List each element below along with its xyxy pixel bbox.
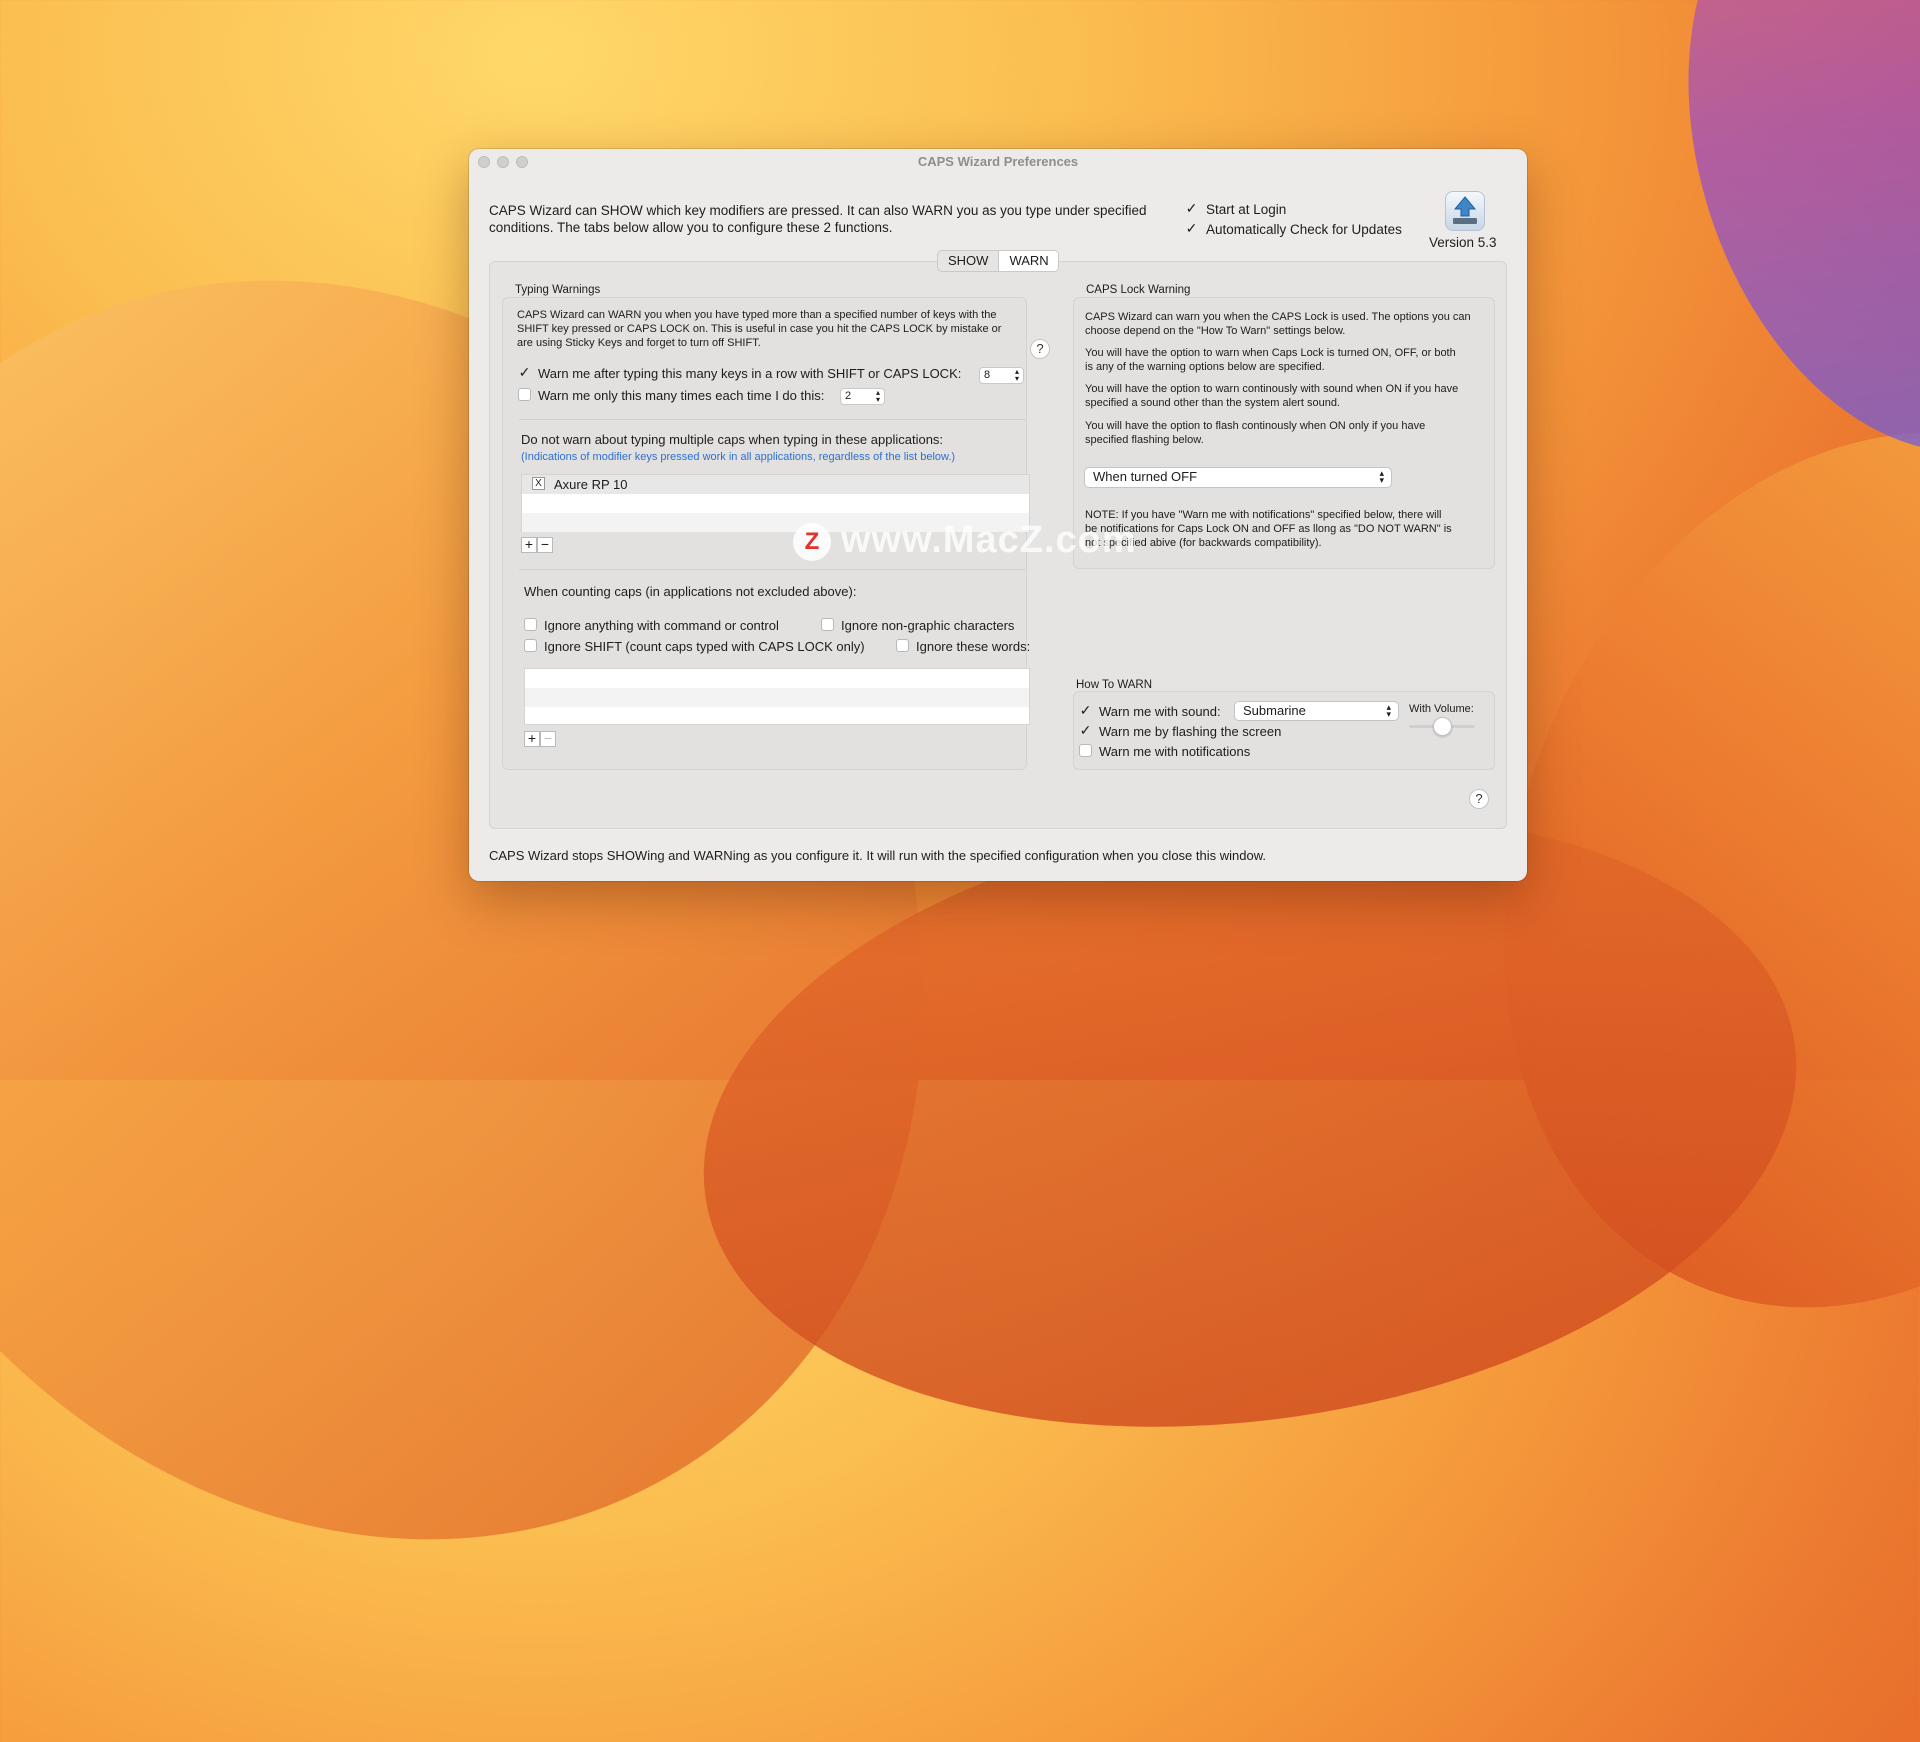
warn-sound-label: Warn me with sound: xyxy=(1099,704,1221,719)
watermark: www.MacZ.com xyxy=(841,519,1137,561)
typing-warnings-heading: Typing Warnings xyxy=(515,284,601,296)
watermark-logo: Z xyxy=(793,523,831,561)
warn-notify-label: Warn me with notifications xyxy=(1099,744,1251,759)
remove-app-button[interactable]: − xyxy=(537,537,553,553)
caps-lock-mode-popup[interactable]: When turned OFF ▴ ▾ xyxy=(1084,467,1392,488)
exclude-apps-heading: Do not warn about typing multiple caps w… xyxy=(521,432,944,447)
list-item[interactable]: X Axure RP 10 xyxy=(522,475,1029,494)
warn-after-value: 8 xyxy=(984,369,991,381)
intro-text: conditions. The tabs below allow you to … xyxy=(489,220,893,235)
caps-lock-description: CAPS Wizard can warn you when the CAPS L… xyxy=(1085,311,1471,323)
ignore-words-checkbox[interactable] xyxy=(896,639,909,652)
warn-sound-checkbox[interactable]: ✓ xyxy=(1079,703,1092,717)
exclude-apps-note: (Indications of modifier keys pressed wo… xyxy=(521,451,956,463)
caps-lock-description: You will have the option to warn when Ca… xyxy=(1085,347,1456,359)
upload-arrow-keyboard-icon xyxy=(1445,191,1485,231)
typing-warnings-description: SHIFT key pressed or CAPS LOCK on. This … xyxy=(517,323,1002,335)
ignore-command-label: Ignore anything with command or control xyxy=(544,618,779,633)
typing-warnings-description: are using Sticky Keys and forget to turn… xyxy=(517,337,761,349)
version-label: Version 5.3 xyxy=(1429,235,1497,250)
volume-slider[interactable] xyxy=(1409,717,1475,736)
caps-lock-note: NOTE: If you have "Warn me with notifica… xyxy=(1085,509,1442,521)
start-at-login-checkbox[interactable]: ✓ xyxy=(1185,201,1198,215)
minimize-window-button[interactable] xyxy=(497,156,509,168)
warn-notify-checkbox[interactable] xyxy=(1079,744,1092,757)
footer-text: CAPS Wizard stops SHOWing and WARNing as… xyxy=(489,848,1266,863)
ignore-shift-checkbox[interactable] xyxy=(524,639,537,652)
volume-slider-knob[interactable] xyxy=(1432,717,1452,736)
ignore-nongraphic-checkbox[interactable] xyxy=(821,618,834,631)
caps-lock-description: is any of the warning options below are … xyxy=(1085,361,1325,373)
caps-lock-note: be notifications for Caps Lock ON and OF… xyxy=(1085,523,1452,535)
chevron-updown-icon: ▴ ▾ xyxy=(1379,468,1384,485)
separator xyxy=(519,569,1027,570)
volume-label: With Volume: xyxy=(1409,703,1474,715)
chevron-updown-icon: ▴ ▾ xyxy=(1386,702,1391,719)
caps-lock-description: specified a sound other than the system … xyxy=(1085,397,1340,409)
caps-lock-description: choose depend on the "How To Warn" setti… xyxy=(1085,325,1346,337)
zoom-window-button[interactable] xyxy=(516,156,528,168)
warn-flash-label: Warn me by flashing the screen xyxy=(1099,724,1282,739)
warn-only-label: Warn me only this many times each time I… xyxy=(538,388,825,403)
close-window-button[interactable] xyxy=(478,156,490,168)
auto-check-updates-label: Automatically Check for Updates xyxy=(1206,222,1402,237)
list-item xyxy=(525,688,1029,707)
ignore-words-label: Ignore these words: xyxy=(916,639,1031,654)
title-bar[interactable]: CAPS Wizard Preferences xyxy=(469,149,1527,175)
wallpaper-wave xyxy=(1614,0,1920,510)
add-app-button[interactable]: + xyxy=(521,537,537,553)
warn-after-checkbox[interactable]: ✓ xyxy=(518,365,531,379)
remove-word-button[interactable]: − xyxy=(540,731,556,747)
start-at-login-label: Start at Login xyxy=(1206,202,1287,217)
how-to-warn-heading: How To WARN xyxy=(1076,679,1153,691)
caps-lock-warning-heading: CAPS Lock Warning xyxy=(1086,284,1191,296)
preferences-window: CAPS Wizard Preferences CAPS Wizard can … xyxy=(469,149,1527,881)
tab-control: SHOW WARN xyxy=(937,250,1059,272)
help-button[interactable]: ? xyxy=(1030,339,1050,359)
app-name: Axure RP 10 xyxy=(554,477,628,492)
ignore-command-checkbox[interactable] xyxy=(524,618,537,631)
caps-lock-description: You will have the option to warn contino… xyxy=(1085,383,1459,395)
tab-show[interactable]: SHOW xyxy=(938,251,998,271)
app-icon: X xyxy=(532,477,545,490)
warn-only-stepper[interactable]: 2 ▴ ▾ xyxy=(840,388,885,405)
help-button[interactable]: ? xyxy=(1469,789,1489,809)
window-title: CAPS Wizard Preferences xyxy=(917,154,1079,169)
add-word-button[interactable]: + xyxy=(524,731,540,747)
separator xyxy=(519,419,1027,420)
counting-heading: When counting caps (in applications not … xyxy=(524,584,857,599)
ignore-nongraphic-label: Ignore non-graphic characters xyxy=(841,618,1015,633)
caps-lock-mode-value: When turned OFF xyxy=(1093,469,1198,484)
upload-arrow-icon xyxy=(1453,196,1477,224)
warn-flash-checkbox[interactable]: ✓ xyxy=(1079,723,1092,737)
sound-popup[interactable]: Submarine ▴ ▾ xyxy=(1234,701,1399,721)
auto-check-updates-checkbox[interactable]: ✓ xyxy=(1185,221,1198,235)
intro-text: CAPS Wizard can SHOW which key modifiers… xyxy=(489,203,1147,218)
stepper-arrows-icon[interactable]: ▴ ▾ xyxy=(1015,368,1019,383)
warn-after-label: Warn me after typing this many keys in a… xyxy=(538,366,962,381)
tab-warn[interactable]: WARN xyxy=(998,251,1058,271)
ignored-words-list[interactable] xyxy=(524,668,1030,725)
caps-lock-description: You will have the option to flash contin… xyxy=(1085,420,1426,432)
warn-only-checkbox[interactable] xyxy=(518,388,531,401)
caps-lock-description: specified flashing below. xyxy=(1085,434,1204,446)
warn-after-stepper[interactable]: 8 ▴ ▾ xyxy=(979,367,1024,384)
warn-only-value: 2 xyxy=(845,390,852,402)
stepper-arrows-icon[interactable]: ▴ ▾ xyxy=(876,389,880,404)
sound-value: Submarine xyxy=(1243,703,1306,718)
typing-warnings-description: CAPS Wizard can WARN you when you have t… xyxy=(517,309,997,321)
ignore-shift-label: Ignore SHIFT (count caps typed with CAPS… xyxy=(544,639,865,654)
